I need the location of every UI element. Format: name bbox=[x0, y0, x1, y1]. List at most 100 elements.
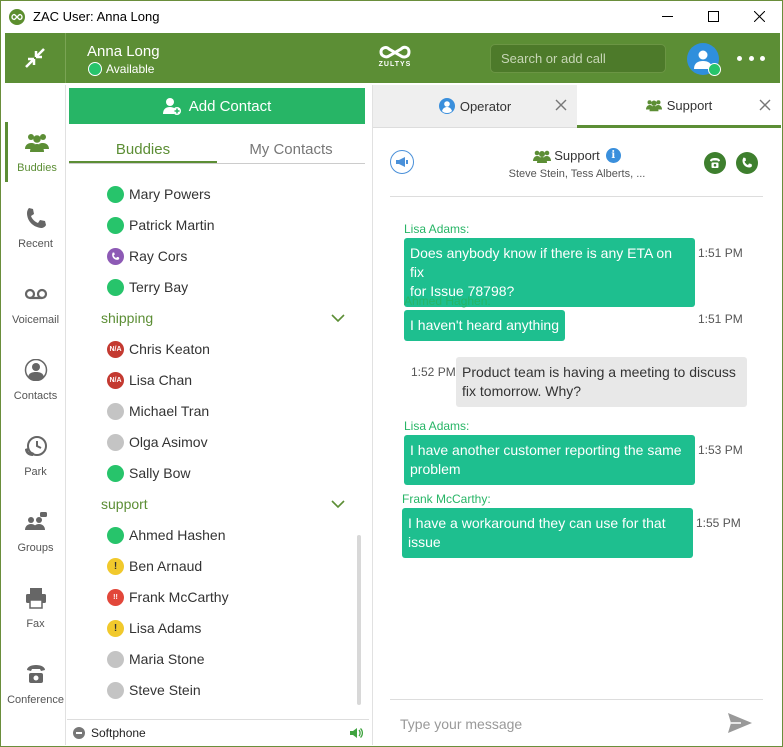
softphone-bar[interactable]: Softphone bbox=[67, 719, 369, 745]
nav-park[interactable]: Park bbox=[5, 426, 66, 486]
buddy-row[interactable]: Ray Cors bbox=[107, 244, 187, 268]
buddy-row[interactable]: N/A Lisa Chan bbox=[107, 368, 192, 392]
close-tab-icon[interactable] bbox=[759, 99, 771, 111]
tab-buddies[interactable]: Buddies bbox=[69, 135, 217, 163]
tab-operator[interactable]: Operator bbox=[373, 85, 577, 128]
conversation-header: Support i Steve Stein, Tess Alberts, ... bbox=[373, 128, 781, 196]
buddy-row[interactable]: Patrick Martin bbox=[107, 213, 215, 237]
speaker-icon[interactable] bbox=[349, 726, 363, 740]
nav-label: Groups bbox=[17, 541, 54, 554]
add-contact-label: Add Contact bbox=[188, 97, 272, 115]
conversation-tabs: Operator Support bbox=[373, 85, 781, 128]
buddy-row[interactable]: Maria Stone bbox=[107, 647, 204, 671]
message-bubble: I have another customer reporting the sa… bbox=[404, 435, 695, 485]
message-time: 1:53 PM bbox=[698, 443, 743, 457]
message-time: 1:55 PM bbox=[696, 516, 741, 530]
buddy-row[interactable]: ! Ben Arnaud bbox=[107, 554, 202, 578]
nav-label: Contacts bbox=[13, 389, 58, 402]
nav-conference[interactable]: Conference bbox=[5, 654, 66, 714]
groups-icon bbox=[24, 511, 48, 538]
add-contact-button[interactable]: Add Contact bbox=[69, 88, 365, 124]
available-status-icon bbox=[107, 185, 124, 203]
warning-status-icon: ! bbox=[107, 557, 124, 575]
buddy-name: Olga Asimov bbox=[129, 434, 208, 450]
nav-contacts[interactable]: Contacts bbox=[5, 350, 66, 410]
softphone-label: Softphone bbox=[91, 725, 146, 740]
close-tab-icon[interactable] bbox=[555, 99, 567, 111]
buddy-name: Lisa Chan bbox=[129, 372, 193, 388]
maximize-button[interactable] bbox=[690, 1, 736, 32]
list-scrollbar[interactable] bbox=[357, 535, 361, 705]
buddy-name: Terry Bay bbox=[129, 279, 189, 295]
info-icon[interactable]: i bbox=[605, 148, 621, 163]
nav-groups[interactable]: Groups bbox=[5, 502, 66, 562]
group-header-support[interactable]: support bbox=[101, 492, 351, 516]
avatar-presence-badge bbox=[708, 63, 721, 76]
buddy-name: Michael Tran bbox=[129, 403, 210, 419]
available-status-icon bbox=[107, 216, 124, 234]
logo-text: ZULTYS bbox=[378, 61, 412, 68]
zac-app-icon bbox=[9, 8, 25, 25]
nav-fax[interactable]: Fax bbox=[5, 578, 66, 638]
phone-icon bbox=[24, 207, 48, 234]
nav-recent[interactable]: Recent bbox=[5, 198, 66, 258]
presence-status[interactable]: Available bbox=[88, 62, 154, 76]
add-user-icon bbox=[162, 98, 181, 115]
more-options-button[interactable] bbox=[737, 51, 765, 65]
available-status-icon bbox=[107, 278, 124, 296]
message-text-line: issue bbox=[408, 534, 441, 550]
tab-support[interactable]: Support bbox=[577, 85, 781, 128]
group-name: shipping bbox=[101, 310, 154, 326]
message-sender: Ahmed Haghen: bbox=[404, 294, 491, 308]
offline-status-icon bbox=[107, 650, 124, 668]
user-circle-icon bbox=[438, 98, 455, 114]
minimize-button[interactable] bbox=[644, 1, 690, 32]
voicemail-icon bbox=[24, 283, 48, 310]
group-icon bbox=[533, 150, 552, 163]
buddies-icon bbox=[25, 131, 49, 158]
collapse-button[interactable] bbox=[5, 33, 66, 83]
title-bar: ZAC User: Anna Long bbox=[1, 1, 782, 32]
send-icon[interactable] bbox=[727, 712, 753, 734]
nav-label: Fax bbox=[26, 617, 45, 630]
phone-icon bbox=[742, 157, 752, 168]
buddy-row[interactable]: Terry Bay bbox=[107, 275, 188, 299]
message-time: 1:52 PM bbox=[411, 365, 456, 379]
na-status-icon: N/A bbox=[107, 340, 124, 358]
buddy-row[interactable]: Mary Powers bbox=[107, 182, 211, 206]
nav-voicemail[interactable]: Voicemail bbox=[5, 274, 66, 334]
available-status-icon bbox=[107, 464, 124, 482]
buddy-name: Sally Bow bbox=[129, 465, 191, 481]
group-icon bbox=[645, 100, 662, 112]
group-header-shipping[interactable]: shipping bbox=[101, 306, 351, 330]
buddy-row[interactable]: Olga Asimov bbox=[107, 430, 208, 454]
buddy-name: Mary Powers bbox=[129, 186, 211, 202]
message-time: 1:51 PM bbox=[698, 246, 743, 260]
softphone-status-icon bbox=[73, 726, 85, 739]
buddy-row[interactable]: N/A Chris Keaton bbox=[107, 337, 210, 361]
message-text-line: problem bbox=[410, 461, 461, 477]
buddy-row[interactable]: ! Lisa Adams bbox=[107, 616, 201, 640]
search-input[interactable] bbox=[490, 44, 666, 73]
message-input[interactable] bbox=[400, 714, 700, 734]
message-text-line: I haven't heard anything bbox=[410, 317, 560, 333]
buddy-name: Steve Stein bbox=[129, 682, 201, 698]
available-status-icon bbox=[107, 526, 124, 544]
park-icon bbox=[24, 435, 48, 462]
buddy-row[interactable]: Sally Bow bbox=[107, 461, 190, 485]
buddy-row[interactable]: Steve Stein bbox=[107, 678, 201, 702]
user-avatar[interactable] bbox=[687, 43, 721, 76]
buddy-row[interactable]: Michael Tran bbox=[107, 399, 209, 423]
conference-call-button[interactable] bbox=[704, 152, 726, 174]
app-header: Anna Long Available ZULTYS bbox=[5, 33, 780, 83]
available-status-icon bbox=[88, 62, 102, 76]
tab-my-contacts[interactable]: My Contacts bbox=[217, 135, 365, 163]
buddy-row[interactable]: !! Frank McCarthy bbox=[107, 585, 229, 609]
close-window-button[interactable] bbox=[736, 1, 782, 32]
conversation-name: Support bbox=[554, 148, 600, 163]
message-bubble: I haven't heard anything bbox=[404, 310, 566, 341]
chevron-down-icon bbox=[331, 314, 345, 323]
buddy-row[interactable]: Ahmed Hashen bbox=[107, 523, 226, 547]
nav-buddies[interactable]: Buddies bbox=[5, 122, 66, 182]
call-button[interactable] bbox=[736, 152, 758, 174]
